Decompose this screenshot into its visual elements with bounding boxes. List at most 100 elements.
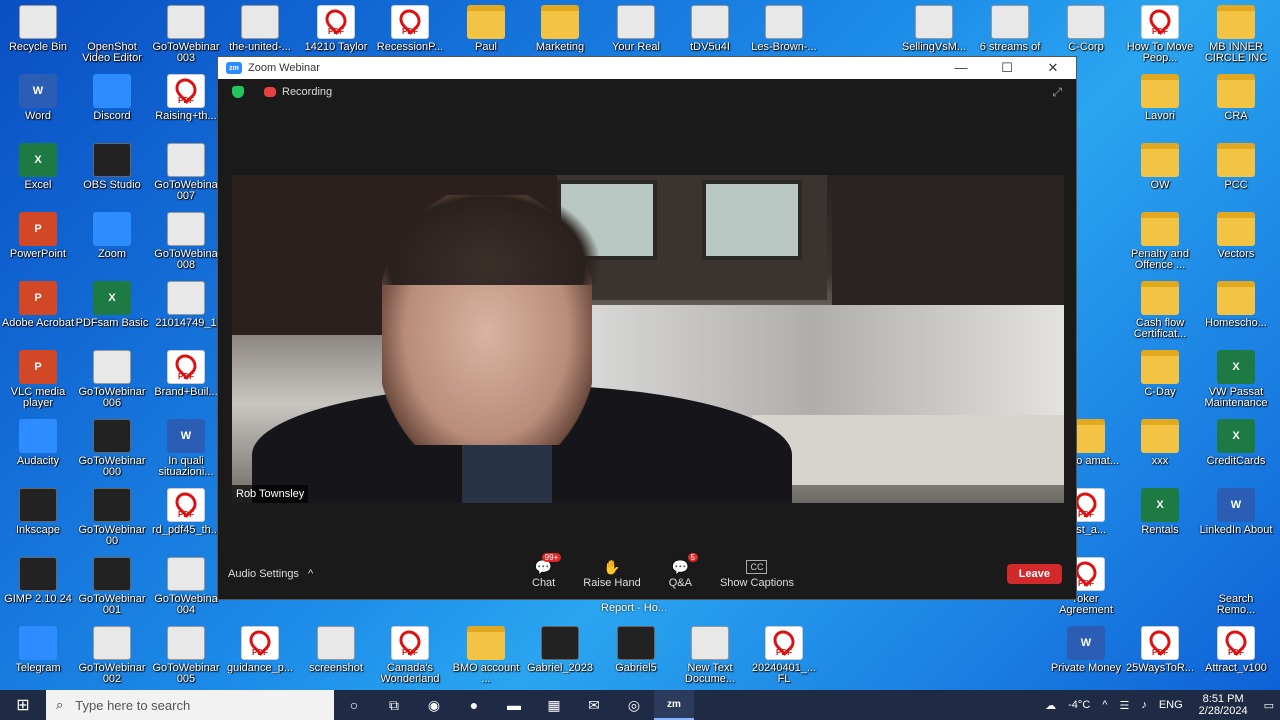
thumb-file-icon	[93, 626, 131, 660]
fullscreen-icon[interactable]: ⤢	[1052, 85, 1062, 100]
desktop-icon[interactable]: PDF rd_pdf45_th...	[148, 488, 224, 554]
desktop-icon[interactable]: 21014749_1	[148, 281, 224, 347]
store-icon[interactable]: ▦	[534, 690, 574, 720]
desktop-icon[interactable]: GoToWebinar 006	[74, 350, 150, 416]
desktop-icon[interactable]: GoToWebinar 001	[74, 557, 150, 623]
desktop-icon[interactable]: Audacity	[0, 419, 76, 485]
desktop-icon[interactable]: PDF 20240401_... FL	[746, 626, 822, 692]
leave-button[interactable]: Leave	[1006, 564, 1062, 584]
desktop-icon[interactable]: X PDFsam Basic	[74, 281, 150, 347]
minimize-button[interactable]: —	[938, 60, 984, 76]
close-button[interactable]: ✕	[1030, 60, 1076, 76]
desktop-icon[interactable]: PDF 25WaysToR...	[1122, 626, 1198, 692]
maximize-button[interactable]: ☐	[984, 60, 1030, 76]
desktop-icon[interactable]: P Adobe Acrobat	[0, 281, 76, 347]
desktop-icon[interactable]: Search Remo...	[1198, 557, 1274, 623]
desktop-icon[interactable]: screenshot	[298, 626, 374, 692]
desktop-icon[interactable]: CRA	[1198, 74, 1274, 140]
desktop-icon[interactable]: xxx	[1122, 419, 1198, 485]
desktop-icon[interactable]: GoToWebina 008	[148, 212, 224, 278]
cortana-icon[interactable]: ○	[334, 690, 374, 720]
speaker-video[interactable]: Rob Townsley	[232, 175, 1064, 503]
chat-button[interactable]: 💬 99+ Chat	[532, 553, 562, 589]
desktop-icon[interactable]: Discord	[74, 74, 150, 140]
thumb-file-icon	[765, 5, 803, 39]
zoom-titlebar[interactable]: zm Zoom Webinar — ☐ ✕	[218, 57, 1076, 79]
desktop-icon[interactable]: Penalty and Offence ...	[1122, 212, 1198, 278]
desktop-icon[interactable]: GoToWebinar 002	[74, 626, 150, 692]
chevron-up-icon[interactable]: ^	[1102, 699, 1107, 711]
file-explorer-icon[interactable]: ▬	[494, 690, 534, 720]
audio-settings-button[interactable]: Audio Settings ^	[228, 568, 518, 580]
desktop-icon[interactable]: Lavori	[1122, 74, 1198, 140]
desktop-icon[interactable]: Zoom	[74, 212, 150, 278]
task-view-icon[interactable]: ⧉	[374, 690, 414, 720]
desktop-icon[interactable]: W LinkedIn About	[1198, 488, 1274, 554]
desktop-icon[interactable]: P PowerPoint	[0, 212, 76, 278]
desktop-icon[interactable]: New Text Docume...	[672, 626, 748, 692]
desktop-icon[interactable]: PCC	[1198, 143, 1274, 209]
desktop-icon[interactable]: Telegram	[0, 626, 76, 692]
desktop-icon[interactable]: OW	[1122, 143, 1198, 209]
desktop-icon[interactable]: OpenShot Video Editor	[74, 5, 150, 71]
zoom-webinar-window[interactable]: zm Zoom Webinar — ☐ ✕ Recording ⤢ Rob To…	[217, 56, 1077, 600]
desktop-icon[interactable]: Cash flow Certificat...	[1122, 281, 1198, 347]
desktop-icon[interactable]: PDF How To Move Peop...	[1122, 5, 1198, 71]
desktop-icon[interactable]: PDF Attract_v100	[1198, 626, 1274, 692]
desktop-icon[interactable]: OBS Studio	[74, 143, 150, 209]
desktop-icon[interactable]: GIMP 2.10.24	[0, 557, 76, 623]
desktop-icon[interactable]: PDF guidance_p...	[222, 626, 298, 692]
language-indicator[interactable]: ENG	[1159, 699, 1183, 711]
clock[interactable]: 8:51 PM 2/28/2024	[1199, 693, 1248, 717]
desktop-icon[interactable]: X Excel	[0, 143, 76, 209]
desktop-icon[interactable]: BMO account ...	[448, 626, 524, 692]
desktop-icon[interactable]: X VW Passat Maintenance	[1198, 350, 1274, 416]
desktop-icon[interactable]: Gabriel5	[598, 626, 674, 692]
desktop-icon[interactable]: GoToWebina 007	[148, 143, 224, 209]
show-captions-button[interactable]: CC Show Captions	[720, 559, 794, 589]
volume-icon[interactable]: ♪	[1141, 699, 1147, 711]
desktop-icon-label: GoToWebinar 003	[152, 42, 220, 64]
encryption-shield-icon[interactable]	[232, 86, 244, 98]
mail-icon[interactable]: ✉	[574, 690, 614, 720]
desktop-icon[interactable]: PDF Raising+th...	[148, 74, 224, 140]
desktop-icon[interactable]: Gabriel_2023	[522, 626, 598, 692]
desktop-icon[interactable]: MB INNER CIRCLE INC	[1198, 5, 1274, 71]
desktop-icon[interactable]: GoToWebinar 00	[74, 488, 150, 554]
firefox-icon[interactable]: ●	[454, 690, 494, 720]
desktop-icon[interactable]: W In quali situazioni...	[148, 419, 224, 485]
network-icon[interactable]: ☰	[1119, 699, 1129, 712]
desktop-icon-label: Marketing	[535, 42, 585, 53]
behind-window-text: Report - Ho...	[601, 602, 668, 614]
obs-icon[interactable]: ◎	[614, 690, 654, 720]
desktop-icon[interactable]: GoToWebinar 005	[148, 626, 224, 692]
chevron-up-icon[interactable]: ^	[308, 568, 313, 580]
desktop-icon[interactable]: C-Day	[1122, 350, 1198, 416]
desktop-icon[interactable]: GoToWebina 004	[148, 557, 224, 623]
desktop-icon[interactable]: PDF Canada's Wonderland	[372, 626, 448, 692]
weather-temp[interactable]: -4°C	[1068, 699, 1090, 711]
participant-name-tag: Rob Townsley	[232, 485, 309, 503]
zoom-toolbar: Audio Settings ^ 💬 99+ Chat ✋ Raise Hand…	[218, 549, 1076, 599]
desktop-icon[interactable]: PDF Brand+Buil...	[148, 350, 224, 416]
desktop-icon[interactable]: X Rentals	[1122, 488, 1198, 554]
desktop-icon[interactable]: GoToWebinar 000	[74, 419, 150, 485]
chrome-icon[interactable]: ◉	[414, 690, 454, 720]
raise-hand-button[interactable]: ✋ Raise Hand	[583, 559, 640, 589]
desktop-icon-label: Telegram	[15, 663, 61, 674]
desktop-icon[interactable]: Homescho...	[1198, 281, 1274, 347]
weather-icon[interactable]: ☁	[1045, 699, 1056, 712]
start-button[interactable]: ⊞	[0, 690, 46, 720]
desktop-icon[interactable]: P VLC media player	[0, 350, 76, 416]
notifications-icon[interactable]: ▭	[1264, 699, 1274, 712]
taskbar-search[interactable]: ⌕ Type here to search	[46, 690, 334, 720]
desktop-icon[interactable]: W Private Money	[1048, 626, 1124, 692]
qa-button[interactable]: 💬 5 Q&A	[669, 553, 698, 589]
desktop-icon[interactable]: Vectors	[1198, 212, 1274, 278]
desktop-icon[interactable]: GoToWebinar 003	[148, 5, 224, 71]
zoom-taskbar-icon[interactable]: zm	[654, 690, 694, 720]
desktop-icon[interactable]: W Word	[0, 74, 76, 140]
desktop-icon[interactable]: Inkscape	[0, 488, 76, 554]
desktop-icon[interactable]: X CreditCards	[1198, 419, 1274, 485]
desktop-icon[interactable]: Recycle Bin	[0, 5, 76, 71]
